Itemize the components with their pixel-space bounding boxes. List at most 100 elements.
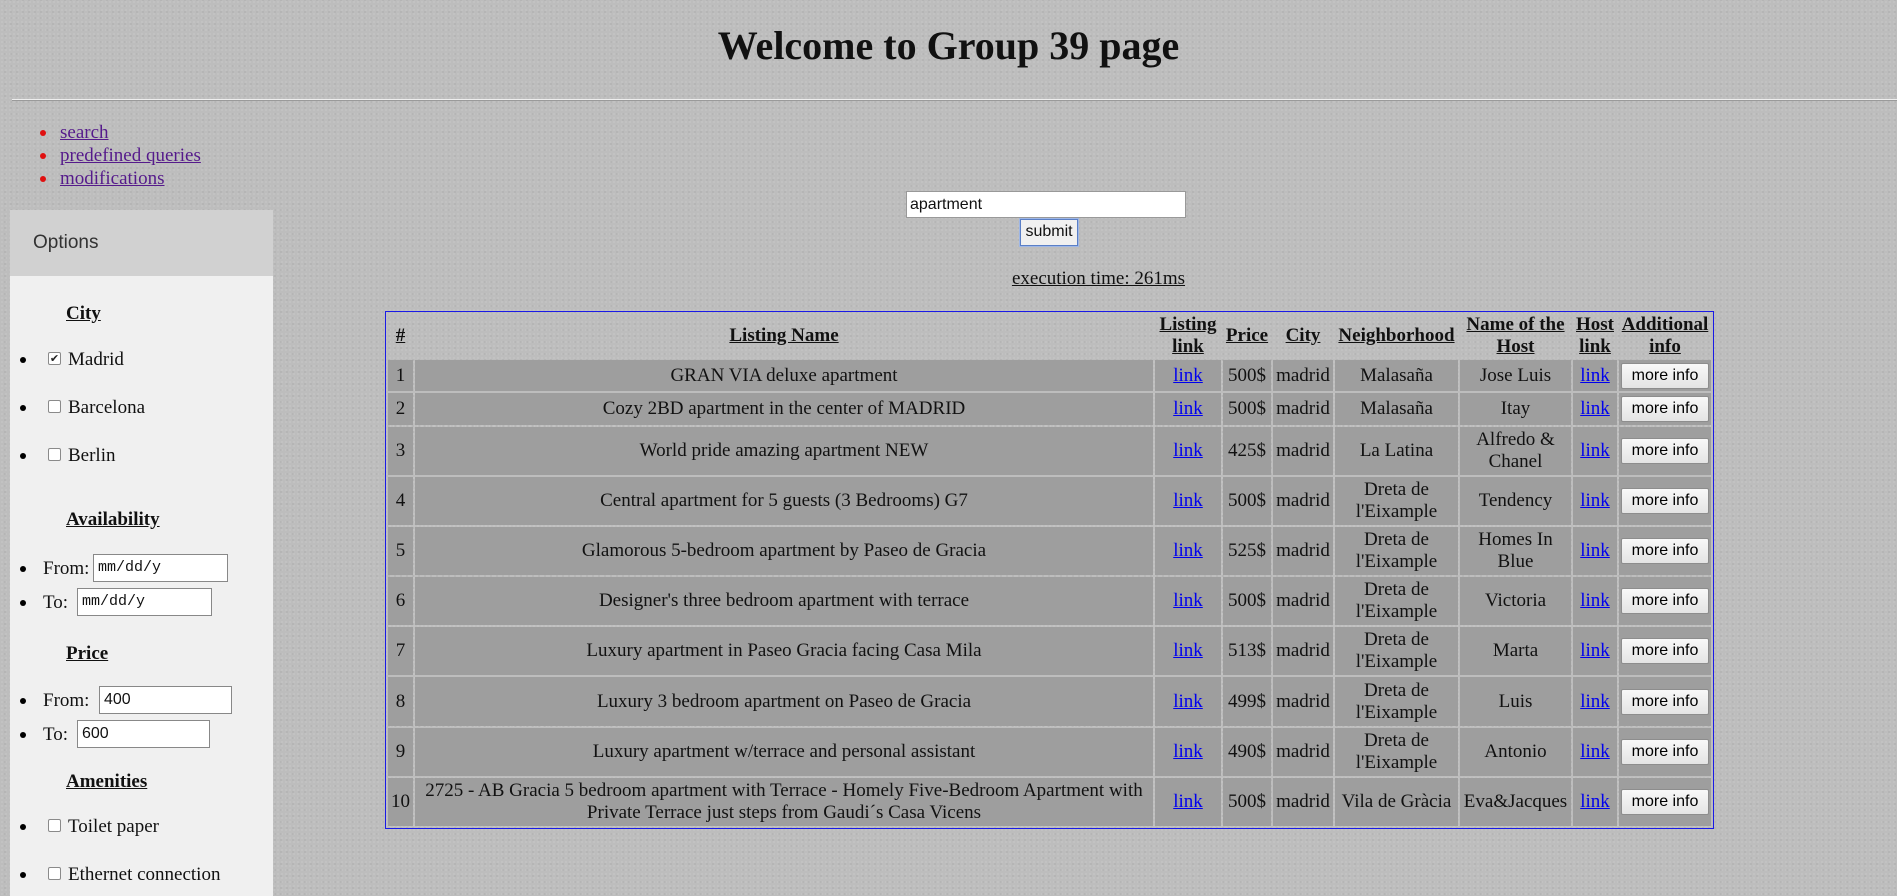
madrid-checkbox[interactable]: ✔ bbox=[48, 352, 61, 365]
table-row: 8 Luxury 3 bedroom apartment on Paseo de … bbox=[388, 677, 1711, 726]
table-row: 4 Central apartment for 5 guests (3 Bedro… bbox=[388, 476, 1711, 526]
listing-link[interactable]: link bbox=[1173, 691, 1203, 712]
price-heading: Price bbox=[66, 643, 109, 664]
host-link-cell: link bbox=[1573, 627, 1617, 676]
availability-from-date-input[interactable]: mm/dd/y bbox=[93, 554, 228, 582]
listing-link[interactable]: link bbox=[1173, 640, 1203, 661]
listing-link-cell: link bbox=[1155, 677, 1221, 726]
host-link[interactable]: link bbox=[1580, 490, 1610, 511]
listing-name: Glamorous 5-bedroom apartment by Paseo d… bbox=[415, 527, 1153, 576]
bullet bbox=[20, 732, 26, 738]
city-option-barcelona[interactable]: Barcelona bbox=[10, 396, 273, 420]
listing-link-cell: link bbox=[1155, 577, 1221, 626]
city-cell: madrid bbox=[1273, 677, 1333, 726]
host-link[interactable]: link bbox=[1580, 741, 1610, 762]
host-link[interactable]: link bbox=[1580, 691, 1610, 712]
host-link[interactable]: link bbox=[1580, 590, 1610, 611]
listing-link[interactable]: link bbox=[1173, 440, 1203, 461]
nav-link-modifications[interactable]: modifications bbox=[60, 168, 164, 189]
berlin-checkbox[interactable] bbox=[48, 448, 61, 461]
more-info-button-cell: more info bbox=[1619, 577, 1711, 626]
listing-link[interactable]: link bbox=[1173, 398, 1203, 419]
neighborhood-cell: Dreta de l'Eixample bbox=[1335, 577, 1458, 626]
more-info-button[interactable]: more info bbox=[1621, 487, 1709, 514]
price-cell: 500$ bbox=[1223, 393, 1271, 425]
more-info-button[interactable]: more info bbox=[1621, 638, 1709, 665]
availability-heading: Availability bbox=[66, 509, 160, 530]
more-info-button[interactable]: more info bbox=[1621, 738, 1709, 765]
more-info-button[interactable]: more info bbox=[1621, 437, 1709, 464]
search-input[interactable]: apartment bbox=[906, 191, 1186, 218]
host-link-cell: link bbox=[1573, 527, 1617, 576]
listing-link[interactable]: link bbox=[1173, 490, 1203, 511]
bullet bbox=[20, 824, 26, 830]
city-option-label: Barcelona bbox=[68, 397, 146, 418]
submit-button[interactable]: submit bbox=[1019, 218, 1079, 247]
host-name-cell: Tendency bbox=[1460, 476, 1571, 526]
table-row: 7 Luxury apartment in Paseo Gracia facing… bbox=[388, 627, 1711, 676]
price-to-input[interactable]: 600 bbox=[77, 720, 210, 748]
city-option-berlin[interactable]: Berlin bbox=[10, 444, 273, 468]
listing-link[interactable]: link bbox=[1173, 590, 1203, 611]
city-option-label: Berlin bbox=[68, 445, 116, 466]
more-info-button[interactable]: more info bbox=[1621, 362, 1709, 389]
more-info-button[interactable]: more info bbox=[1621, 588, 1709, 615]
host-link[interactable]: link bbox=[1580, 791, 1610, 812]
city-cell: madrid bbox=[1273, 360, 1333, 392]
table-row: 2 Cozy 2BD apartment in the center of MAD… bbox=[388, 393, 1711, 425]
row-number: 7 bbox=[388, 627, 413, 676]
barcelona-checkbox[interactable] bbox=[48, 400, 61, 413]
city-option-madrid[interactable]: ✔ Madrid bbox=[10, 348, 273, 372]
more-info-button-cell: more info bbox=[1619, 677, 1711, 726]
price-cell: 500$ bbox=[1223, 476, 1271, 526]
more-info-button-cell: more info bbox=[1619, 777, 1711, 826]
listing-name: Luxury 3 bedroom apartment on Paseo de G… bbox=[415, 677, 1153, 726]
listing-name: Central apartment for 5 guests (3 Bedroo… bbox=[415, 476, 1153, 526]
host-link[interactable]: link bbox=[1580, 440, 1610, 461]
host-link-cell: link bbox=[1573, 393, 1617, 425]
city-cell: madrid bbox=[1273, 426, 1333, 475]
host-link[interactable]: link bbox=[1580, 640, 1610, 661]
nav-link-search[interactable]: search bbox=[60, 122, 109, 143]
header-num: # bbox=[395, 325, 406, 346]
more-info-button[interactable]: more info bbox=[1621, 788, 1709, 815]
table-row: 6 Designer's three bedroom apartment with… bbox=[388, 577, 1711, 626]
nav-menu: search predefined queries modifications bbox=[38, 121, 201, 190]
more-info-button[interactable]: more info bbox=[1621, 538, 1709, 565]
availability-to-date-input[interactable]: mm/dd/y bbox=[77, 588, 212, 616]
listing-name: GRAN VIA deluxe apartment bbox=[415, 360, 1153, 392]
more-info-button[interactable]: more info bbox=[1621, 688, 1709, 715]
row-number: 9 bbox=[388, 727, 413, 776]
horizontal-rule bbox=[12, 99, 1897, 101]
price-from-input[interactable]: 400 bbox=[99, 686, 232, 714]
row-number: 3 bbox=[388, 426, 413, 475]
neighborhood-cell: Dreta de l'Eixample bbox=[1335, 727, 1458, 776]
results-grid: # Listing Name Listing link Price City N… bbox=[386, 312, 1713, 828]
host-link[interactable]: link bbox=[1580, 365, 1610, 386]
nav-link-predefined-queries[interactable]: predefined queries bbox=[60, 145, 201, 166]
listing-link[interactable]: link bbox=[1173, 791, 1203, 812]
amenity-option-toilet-paper[interactable]: Toilet paper bbox=[10, 815, 273, 839]
listing-link[interactable]: link bbox=[1173, 540, 1203, 561]
listing-link[interactable]: link bbox=[1173, 741, 1203, 762]
amenity-option-ethernet[interactable]: Ethernet connection bbox=[10, 863, 273, 887]
availability-from-label: From: bbox=[43, 558, 90, 579]
host-link[interactable]: link bbox=[1580, 540, 1610, 561]
more-info-button[interactable]: more info bbox=[1621, 396, 1709, 423]
header-price: Price bbox=[1225, 325, 1269, 346]
price-to-label: To: bbox=[43, 724, 69, 745]
listing-link[interactable]: link bbox=[1173, 365, 1203, 386]
bullet bbox=[20, 872, 26, 878]
price-from-label: From: bbox=[43, 690, 90, 711]
host-name-cell: Jose Luis bbox=[1460, 360, 1571, 392]
table-row: 5 Glamorous 5-bedroom apartment by Paseo … bbox=[388, 527, 1711, 576]
nav-item-search: search bbox=[38, 121, 201, 144]
toilet-paper-checkbox[interactable] bbox=[48, 819, 61, 832]
options-sidebar: Options City ✔ Madrid Barcelona Berlin A… bbox=[10, 210, 273, 896]
availability-from-row: From: mm/dd/y bbox=[10, 554, 273, 582]
host-link-cell: link bbox=[1573, 360, 1617, 392]
ethernet-checkbox[interactable] bbox=[48, 867, 61, 880]
host-link-cell: link bbox=[1573, 727, 1617, 776]
listing-name: Cozy 2BD apartment in the center of MADR… bbox=[415, 393, 1153, 425]
host-link[interactable]: link bbox=[1580, 398, 1610, 419]
